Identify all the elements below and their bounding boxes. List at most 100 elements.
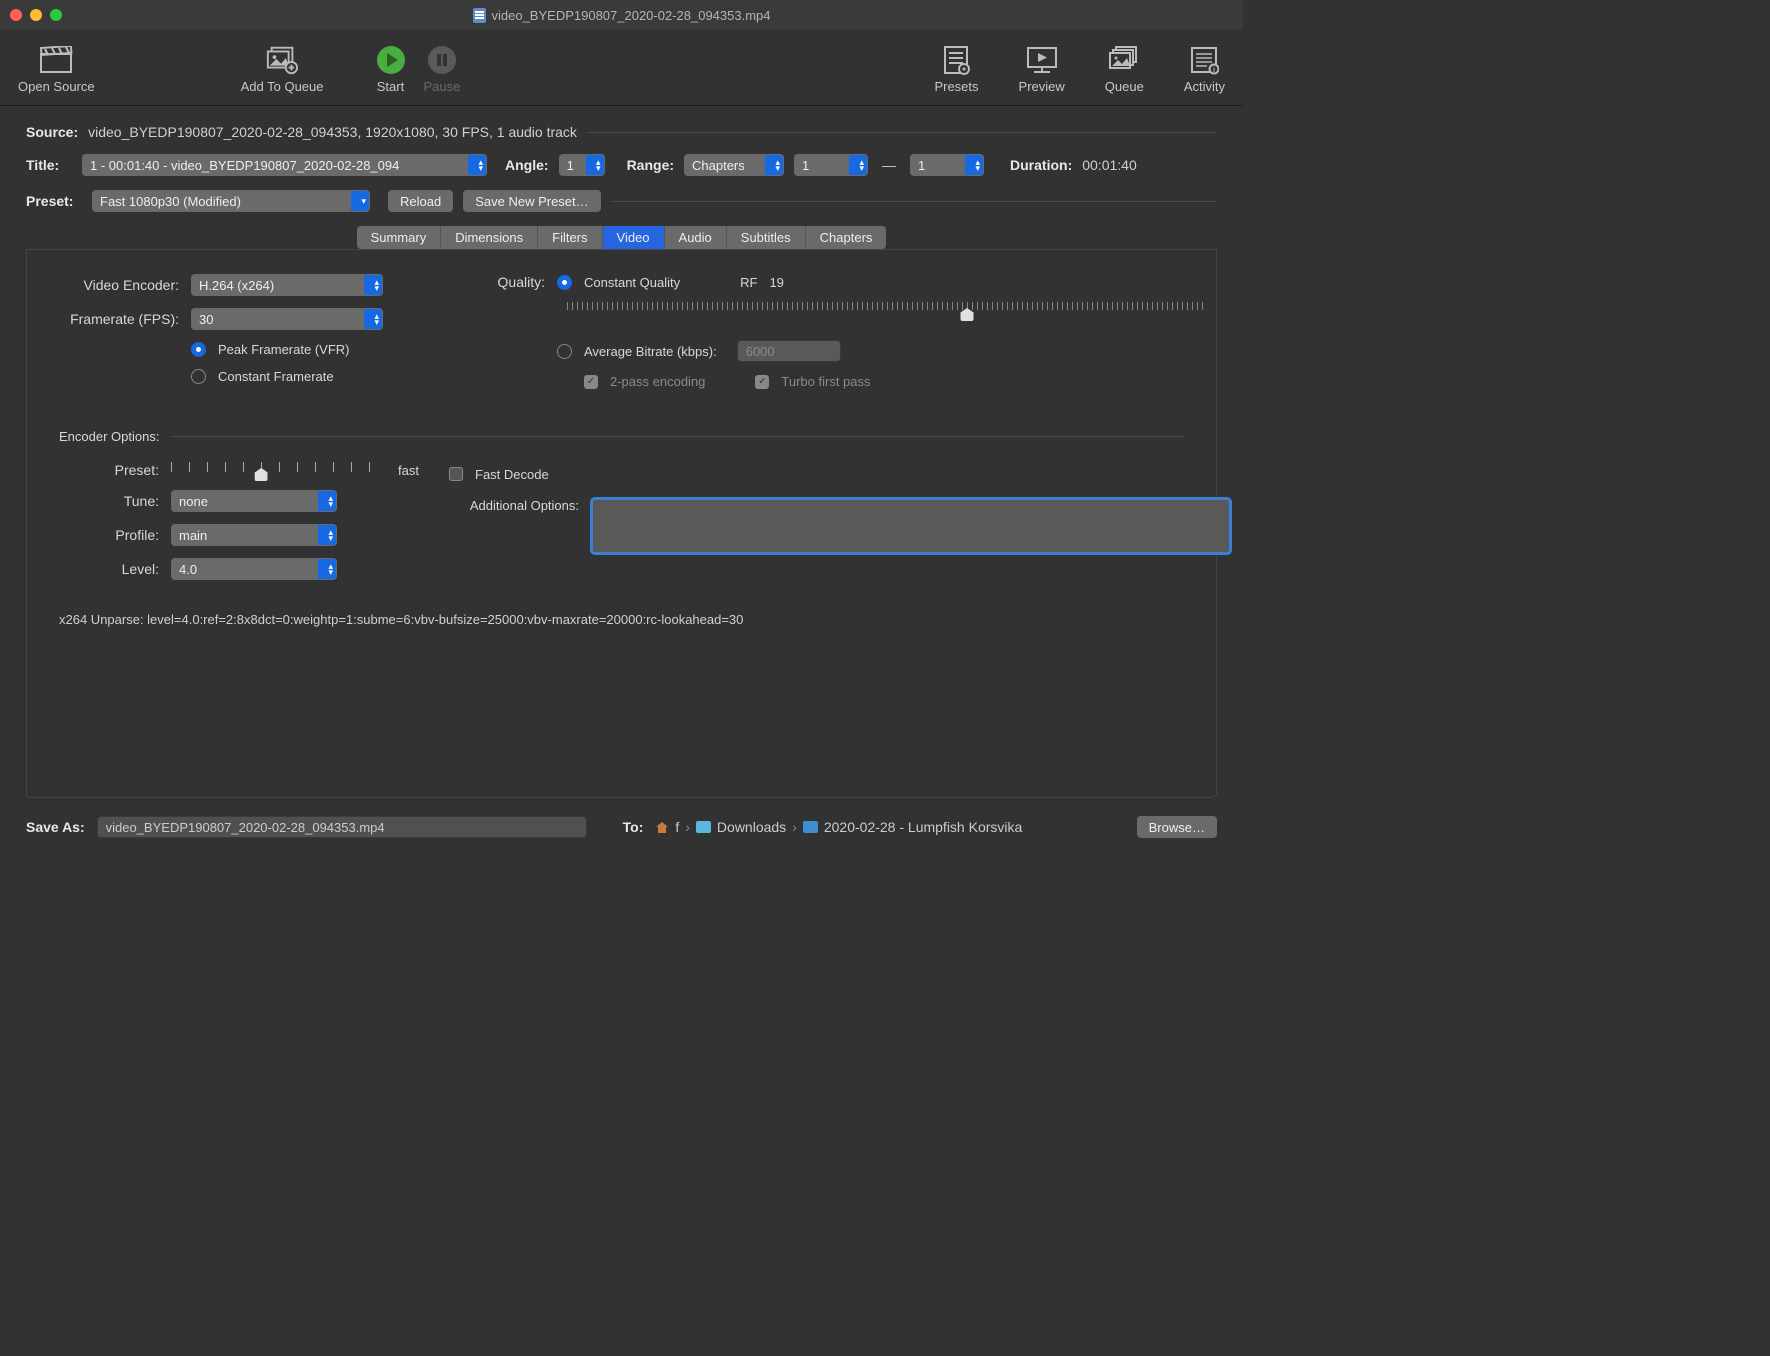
avg-bitrate-input [737, 340, 841, 362]
browse-button[interactable]: Browse… [1137, 816, 1217, 838]
rf-value: 19 [769, 275, 783, 290]
range-label: Range: [627, 157, 674, 173]
open-source-button[interactable]: Open Source [10, 43, 103, 94]
preset-label: Preset: [26, 193, 82, 209]
peak-framerate-radio[interactable] [191, 342, 206, 357]
profile-dropdown[interactable]: main ▴▾ [171, 524, 337, 546]
constant-quality-label: Constant Quality [584, 275, 680, 290]
constant-framerate-label: Constant Framerate [218, 369, 334, 384]
path-user[interactable]: f [675, 819, 679, 835]
folder-icon [803, 821, 818, 833]
tab-chapters[interactable]: Chapters [806, 226, 887, 249]
window-title: video_BYEDP190807_2020-02-28_094353.mp4 [0, 8, 1243, 23]
save-as-input[interactable] [97, 816, 587, 838]
enc-preset-value: fast [398, 463, 419, 478]
zoom-window-button[interactable] [50, 9, 62, 21]
reload-button[interactable]: Reload [388, 190, 453, 212]
framerate-label: Framerate (FPS): [59, 311, 179, 327]
video-encoder-value: H.264 (x264) [199, 278, 274, 293]
tab-summary[interactable]: Summary [357, 226, 442, 249]
level-label: Level: [59, 561, 159, 577]
constant-framerate-radio[interactable] [191, 369, 206, 384]
profile-value: main [179, 528, 207, 543]
range-start-value: 1 [802, 158, 809, 173]
save-new-preset-button[interactable]: Save New Preset… [463, 190, 600, 212]
tab-dimensions[interactable]: Dimensions [441, 226, 538, 249]
add-to-queue-button[interactable]: Add To Queue [233, 43, 332, 94]
pause-button: Pause [416, 43, 469, 94]
video-encoder-dropdown[interactable]: H.264 (x264) ▴▾ [191, 274, 383, 296]
play-icon [374, 43, 408, 77]
quality-slider[interactable] [567, 302, 1207, 318]
avg-bitrate-radio[interactable] [557, 344, 572, 359]
tab-video[interactable]: Video [603, 226, 665, 249]
title-dropdown-value: 1 - 00:01:40 - video_BYEDP190807_2020-02… [90, 158, 399, 173]
pause-icon [425, 43, 459, 77]
activity-log-icon: i [1187, 43, 1221, 77]
preset-value: Fast 1080p30 (Modified) [100, 194, 241, 209]
profile-label: Profile: [59, 527, 159, 543]
enc-preset-slider[interactable] [171, 462, 376, 478]
range-type-dropdown[interactable]: Chapters ▴▾ [684, 154, 784, 176]
tune-label: Tune: [59, 493, 159, 509]
open-source-label: Open Source [18, 79, 95, 94]
preview-button[interactable]: Preview [1011, 43, 1073, 94]
range-end-value: 1 [918, 158, 925, 173]
start-label: Start [377, 79, 404, 94]
rf-label: RF [740, 275, 757, 290]
queue-label: Queue [1105, 79, 1144, 94]
framerate-value: 30 [199, 312, 213, 327]
folder-icon [696, 821, 711, 833]
angle-label: Angle: [505, 157, 549, 173]
avg-bitrate-label: Average Bitrate (kbps): [584, 344, 717, 359]
framerate-dropdown[interactable]: 30 ▴▾ [191, 308, 383, 330]
title-label: Title: [26, 157, 72, 173]
tune-dropdown[interactable]: none ▴▾ [171, 490, 337, 512]
save-as-label: Save As: [26, 819, 85, 835]
crumb-sep-icon: › [792, 819, 797, 835]
titlebar: video_BYEDP190807_2020-02-28_094353.mp4 [0, 0, 1243, 30]
queue-button[interactable]: Queue [1097, 43, 1152, 94]
addl-options-input[interactable] [591, 498, 1231, 554]
angle-dropdown[interactable]: 1 ▴▾ [559, 154, 605, 176]
preset-dropdown[interactable]: Fast 1080p30 (Modified) ▾ [92, 190, 370, 212]
crumb-sep-icon: › [685, 819, 690, 835]
window-title-text: video_BYEDP190807_2020-02-28_094353.mp4 [492, 8, 771, 23]
close-window-button[interactable] [10, 9, 22, 21]
preview-label: Preview [1019, 79, 1065, 94]
x264-unparse: x264 Unparse: level=4.0:ref=2:8x8dct=0:w… [59, 612, 1184, 627]
turbo-label: Turbo first pass [781, 374, 870, 389]
title-dropdown[interactable]: 1 - 00:01:40 - video_BYEDP190807_2020-02… [82, 154, 487, 176]
range-dash: — [878, 157, 900, 173]
two-pass-label: 2-pass encoding [610, 374, 705, 389]
start-button[interactable]: Start [366, 43, 416, 94]
addl-options-label: Additional Options: [449, 498, 579, 513]
images-plus-icon [265, 43, 299, 77]
svg-text:i: i [1213, 67, 1215, 74]
quality-label: Quality: [489, 274, 545, 290]
fast-decode-checkbox[interactable] [449, 467, 463, 481]
film-clapper-icon [39, 43, 73, 77]
presets-button[interactable]: Presets [926, 43, 986, 94]
path-downloads[interactable]: Downloads [717, 819, 786, 835]
path-breadcrumb: f › Downloads › 2020-02-28 - Lumpfish Ko… [655, 819, 1022, 835]
constant-quality-radio[interactable] [557, 275, 572, 290]
range-end-dropdown[interactable]: 1 ▴▾ [910, 154, 984, 176]
document-icon [473, 8, 486, 23]
activity-label: Activity [1184, 79, 1225, 94]
source-label: Source: [26, 124, 78, 140]
duration-value: 00:01:40 [1082, 157, 1137, 173]
activity-button[interactable]: i Activity [1176, 43, 1233, 94]
minimize-window-button[interactable] [30, 9, 42, 21]
to-label: To: [623, 819, 644, 835]
monitor-play-icon [1025, 43, 1059, 77]
duration-label: Duration: [1010, 157, 1072, 173]
tab-subtitles[interactable]: Subtitles [727, 226, 806, 249]
level-dropdown[interactable]: 4.0 ▴▾ [171, 558, 337, 580]
enc-preset-label: Preset: [59, 462, 159, 478]
source-text: video_BYEDP190807_2020-02-28_094353, 192… [88, 124, 577, 140]
path-folder[interactable]: 2020-02-28 - Lumpfish Korsvika [824, 819, 1022, 835]
tab-filters[interactable]: Filters [538, 226, 602, 249]
range-start-dropdown[interactable]: 1 ▴▾ [794, 154, 868, 176]
tab-audio[interactable]: Audio [665, 226, 727, 249]
